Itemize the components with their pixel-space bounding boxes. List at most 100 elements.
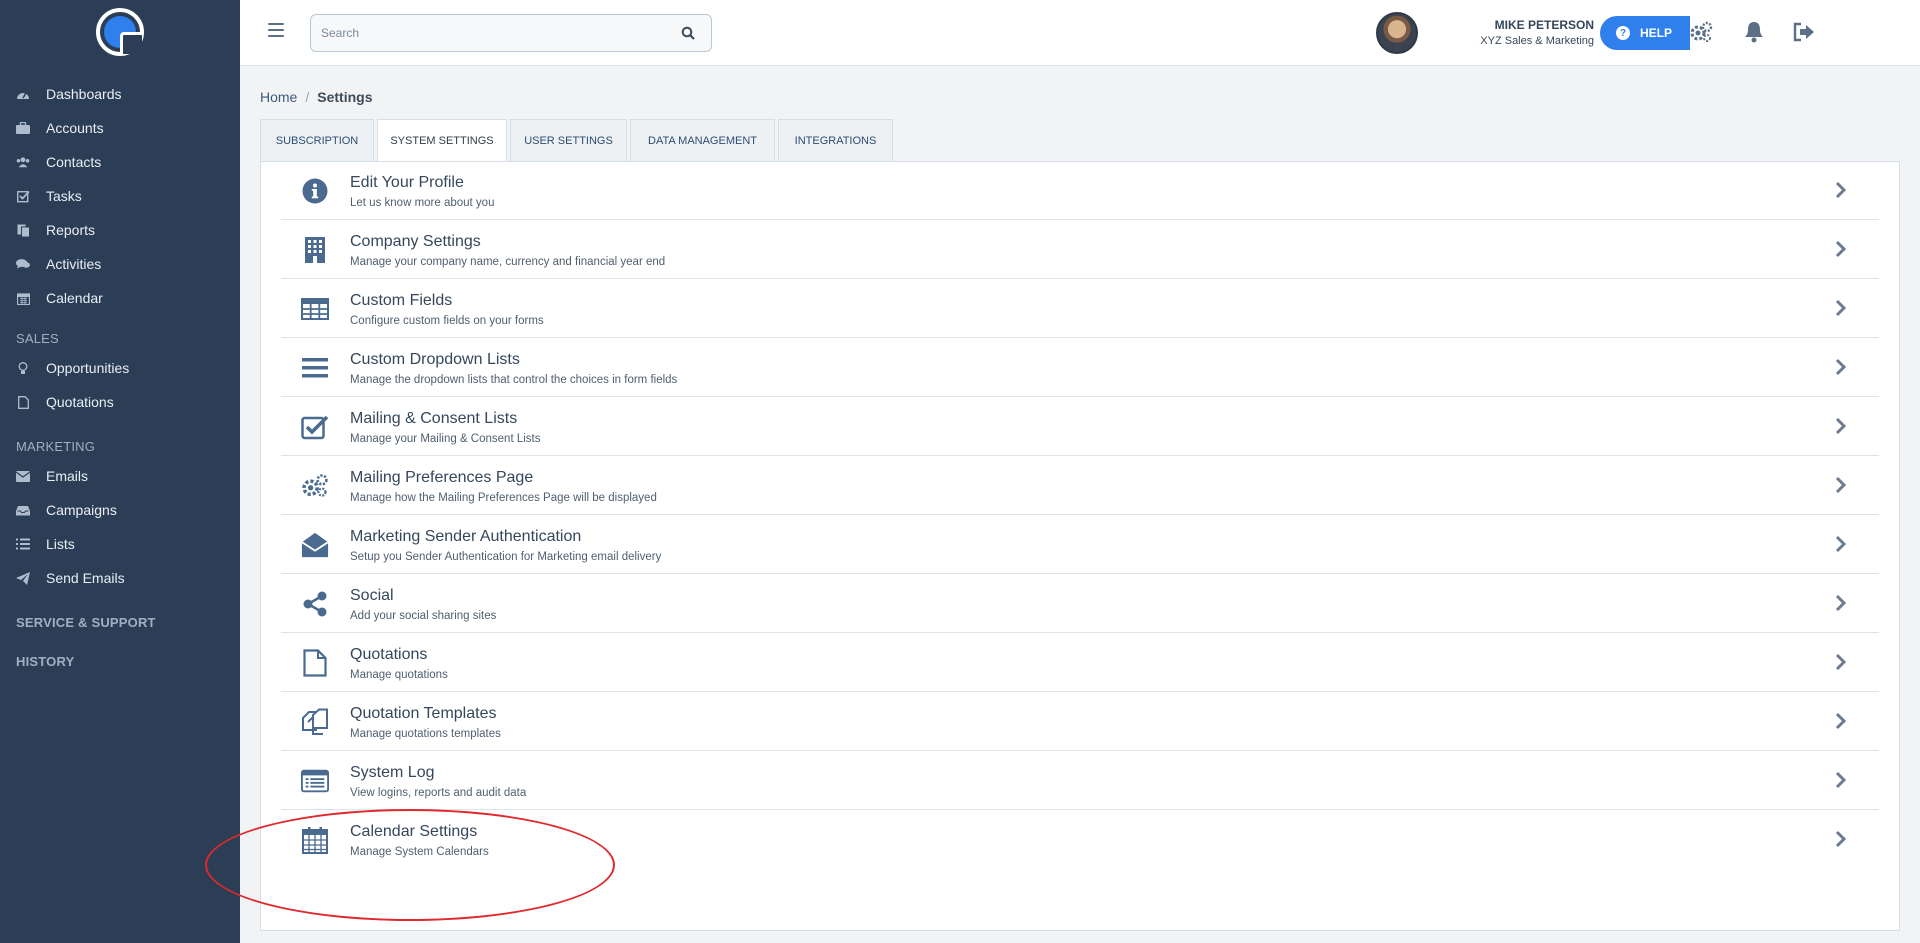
settings-row-title: Mailing Preferences Page [350, 469, 534, 486]
chevron-right-icon [1835, 653, 1847, 671]
copy-icon [301, 708, 329, 736]
info-icon [301, 177, 329, 205]
sidebar-item-label: Campaigns [46, 502, 117, 518]
help-label: HELP [1640, 26, 1673, 40]
settings-row-description: Manage the dropdown lists that control t… [350, 374, 678, 386]
tab-system-settings[interactable]: SYSTEM SETTINGS [377, 119, 507, 162]
sidebar-item-label: Tasks [46, 188, 82, 204]
settings-row-marketing-sender-authentication[interactable]: Marketing Sender Authentication Setup yo… [281, 515, 1879, 574]
sidebar-item-label: Opportunities [46, 360, 130, 376]
lightbulb-icon [16, 361, 30, 375]
settings-row-calendar-settings[interactable]: Calendar Settings Manage System Calendar… [281, 810, 1879, 869]
settings-row-custom-fields[interactable]: Custom Fields Configure custom fields on… [281, 279, 1879, 338]
sidebar-item-activities[interactable]: Activities [0, 250, 240, 278]
comments-icon [16, 257, 30, 271]
sidebar-item-label: Emails [46, 468, 89, 484]
sidebar-item-tasks[interactable]: Tasks [0, 182, 240, 210]
sidebar-section-marketing: MARKETING [16, 439, 96, 454]
breadcrumb-home[interactable]: Home [260, 89, 297, 105]
settings-row-title: Quotations [350, 646, 428, 663]
sidebar-item-send-emails[interactable]: Send Emails [0, 564, 240, 592]
calendar-icon [16, 291, 30, 305]
settings-row-description: Manage System Calendars [350, 846, 489, 858]
settings-panel: Edit Your Profile Let us know more about… [260, 161, 1900, 931]
settings-row-title: Quotation Templates [350, 705, 497, 722]
check-square-icon [301, 413, 329, 441]
sidebar-item-label: Lists [46, 536, 75, 552]
menu-toggle-icon[interactable] [268, 23, 284, 37]
settings-row-title: Company Settings [350, 233, 481, 250]
sidebar-item-quotations[interactable]: Quotations [0, 388, 240, 416]
settings-row-description: Manage quotations [350, 669, 448, 681]
sidebar-item-campaigns[interactable]: Campaigns [0, 496, 240, 524]
dashboard-icon [16, 87, 30, 101]
bell-icon[interactable] [1741, 19, 1767, 45]
settings-row-description: View logins, reports and audit data [350, 787, 527, 799]
calendar-icon [301, 826, 329, 854]
question-icon: ? [1616, 26, 1630, 40]
tab-integrations[interactable]: INTEGRATIONS [778, 119, 893, 161]
list-alt-icon [301, 767, 329, 795]
cogs-icon[interactable] [1688, 19, 1714, 45]
settings-row-title: Custom Dropdown Lists [350, 351, 520, 368]
sidebar-item-dashboards[interactable]: Dashboards [0, 80, 240, 108]
settings-row-description: Manage quotations templates [350, 728, 501, 740]
file-icon [301, 649, 329, 677]
inbox-icon [16, 503, 30, 517]
share-icon [301, 590, 329, 618]
sidebar-item-contacts[interactable]: Contacts [0, 148, 240, 176]
settings-row-edit-profile[interactable]: Edit Your Profile Let us know more about… [281, 161, 1879, 220]
help-button[interactable]: ? HELP [1600, 16, 1690, 50]
chevron-right-icon [1835, 417, 1847, 435]
settings-row-description: Add your social sharing sites [350, 610, 497, 622]
sidebar-item-reports[interactable]: Reports [0, 216, 240, 244]
settings-row-description: Configure custom fields on your forms [350, 315, 544, 327]
sidebar: Dashboards Accounts Contacts Tasks Repor… [0, 0, 240, 943]
chevron-right-icon [1835, 594, 1847, 612]
tab-user-settings[interactable]: USER SETTINGS [510, 119, 627, 161]
chevron-right-icon [1835, 771, 1847, 789]
sidebar-item-label: Quotations [46, 394, 114, 410]
settings-row-custom-dropdown-lists[interactable]: Custom Dropdown Lists Manage the dropdow… [281, 338, 1879, 397]
settings-row-mailing-preferences-page[interactable]: Mailing Preferences Page Manage how the … [281, 456, 1879, 515]
tab-data-management[interactable]: DATA MANAGEMENT [630, 119, 775, 161]
sidebar-item-lists[interactable]: Lists [0, 530, 240, 558]
settings-row-title: Mailing & Consent Lists [350, 410, 518, 427]
sidebar-section-service-support[interactable]: SERVICE & SUPPORT [16, 615, 156, 630]
settings-row-quotation-templates[interactable]: Quotation Templates Manage quotations te… [281, 692, 1879, 751]
list-icon [16, 537, 30, 551]
tab-subscription[interactable]: SUBSCRIPTION [260, 119, 374, 161]
settings-row-system-log[interactable]: System Log View logins, reports and audi… [281, 751, 1879, 810]
search-input[interactable] [321, 23, 661, 43]
sidebar-item-label: Send Emails [46, 570, 125, 586]
sidebar-section-history[interactable]: HISTORY [16, 654, 74, 669]
sidebar-item-label: Calendar [46, 290, 103, 306]
bars-icon [301, 354, 329, 382]
sidebar-item-calendar[interactable]: Calendar [0, 284, 240, 312]
user-company: XYZ Sales & Marketing [1480, 35, 1594, 47]
file-icon [16, 395, 30, 409]
settings-row-title: Edit Your Profile [350, 174, 464, 191]
settings-row-title: Custom Fields [350, 292, 453, 309]
logout-icon[interactable] [1791, 19, 1817, 45]
chevron-right-icon [1835, 535, 1847, 553]
cogs-icon [301, 472, 329, 500]
app-logo[interactable] [96, 8, 144, 56]
checkbox-icon [16, 189, 30, 203]
breadcrumb-separator: / [305, 89, 310, 105]
chevron-right-icon [1835, 476, 1847, 494]
chevron-right-icon [1835, 181, 1847, 199]
sidebar-item-accounts[interactable]: Accounts [0, 114, 240, 142]
sidebar-item-label: Accounts [46, 120, 104, 136]
avatar[interactable] [1376, 12, 1418, 54]
chevron-right-icon [1835, 240, 1847, 258]
settings-row-company-settings[interactable]: Company Settings Manage your company nam… [281, 220, 1879, 279]
sidebar-item-opportunities[interactable]: Opportunities [0, 354, 240, 382]
settings-row-quotations[interactable]: Quotations Manage quotations [281, 633, 1879, 692]
users-icon [16, 155, 30, 169]
sidebar-item-emails[interactable]: Emails [0, 462, 240, 490]
search-icon[interactable] [681, 26, 695, 40]
sidebar-section-sales: SALES [16, 331, 59, 346]
settings-row-social[interactable]: Social Add your social sharing sites [281, 574, 1879, 633]
settings-row-mailing-consent-lists[interactable]: Mailing & Consent Lists Manage your Mail… [281, 397, 1879, 456]
